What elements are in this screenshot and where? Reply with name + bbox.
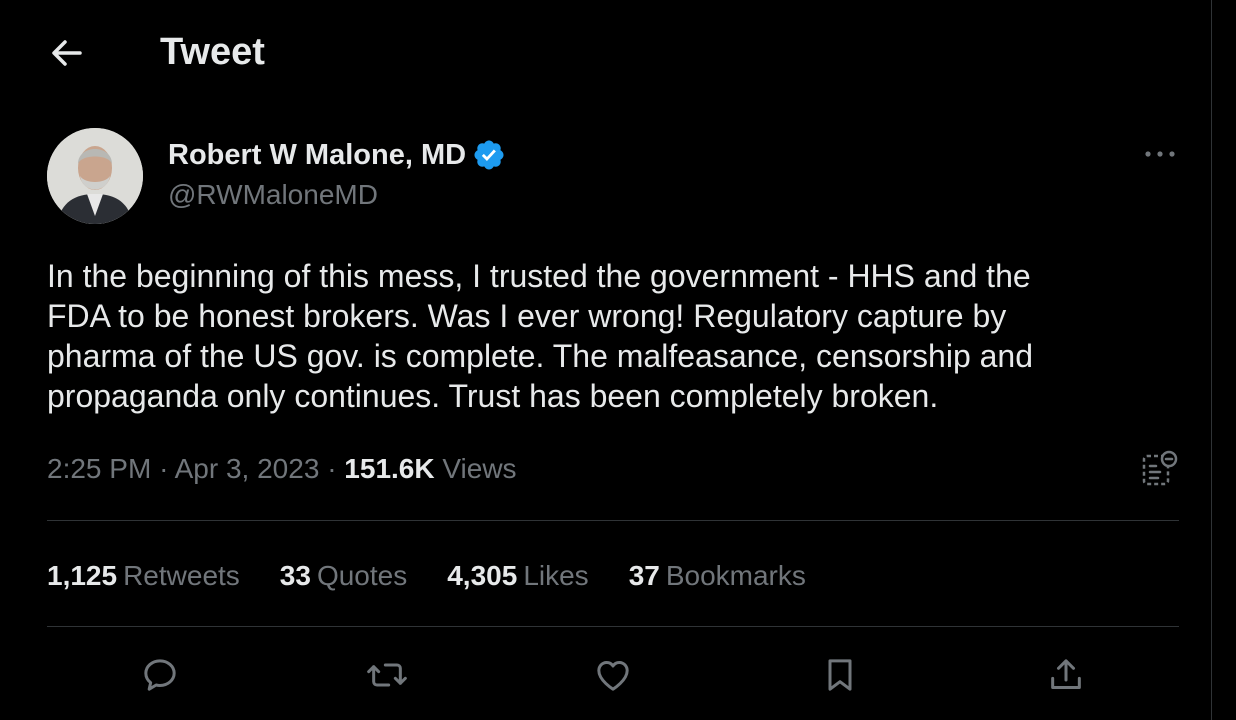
tweet-time[interactable]: 2:25 PM (47, 453, 151, 484)
stat-retweets[interactable]: 1,125 Retweets (47, 555, 240, 597)
column-border (1211, 0, 1212, 720)
tweet-text: In the beginning of this mess, I trusted… (47, 258, 1034, 414)
retweet-icon (367, 663, 407, 687)
share-icon (1051, 659, 1081, 689)
stat-quotes[interactable]: 33 Quotes (280, 555, 407, 597)
tweet-date[interactable]: Apr 3, 2023 (175, 453, 320, 484)
meta-separator: · (159, 453, 169, 484)
more-options-button[interactable] (1138, 138, 1182, 170)
stat-bookmarks[interactable]: 37 Bookmarks (629, 555, 806, 597)
tweet-meta: 2:25 PM · Apr 3, 2023 · 151.6K Views (47, 448, 517, 490)
avatar[interactable] (47, 128, 143, 224)
divider (47, 520, 1179, 521)
author-name[interactable]: Robert W Malone, MD (168, 136, 506, 174)
bookmark-button[interactable] (817, 652, 863, 698)
verified-badge-icon (474, 140, 504, 170)
author-handle[interactable]: @RWMaloneMD (168, 176, 378, 214)
engagement-stats: 1,125 Retweets 33 Quotes 4,305 Likes 37 Book… (47, 555, 846, 597)
analytics-button[interactable] (1140, 448, 1180, 488)
share-button[interactable] (1043, 652, 1089, 698)
stat-likes[interactable]: 4,305 Likes (447, 555, 588, 597)
reply-icon (144, 659, 176, 691)
meta-separator: · (327, 453, 337, 484)
more-horizontal-icon (1145, 151, 1175, 157)
back-button[interactable] (44, 30, 90, 76)
reply-button[interactable] (137, 652, 183, 698)
like-button[interactable] (590, 652, 636, 698)
views-count: 151.6K (344, 453, 435, 484)
arrow-left-icon (52, 40, 82, 66)
retweet-button[interactable] (364, 652, 410, 698)
divider (47, 626, 1179, 627)
avatar-image (47, 128, 143, 224)
bookmark-icon (828, 659, 852, 691)
page-header: Tweet (0, 0, 1210, 104)
like-icon (597, 661, 629, 691)
analytics-icon (1142, 450, 1178, 486)
views-label: Views (442, 453, 517, 484)
page-title: Tweet (160, 31, 265, 73)
